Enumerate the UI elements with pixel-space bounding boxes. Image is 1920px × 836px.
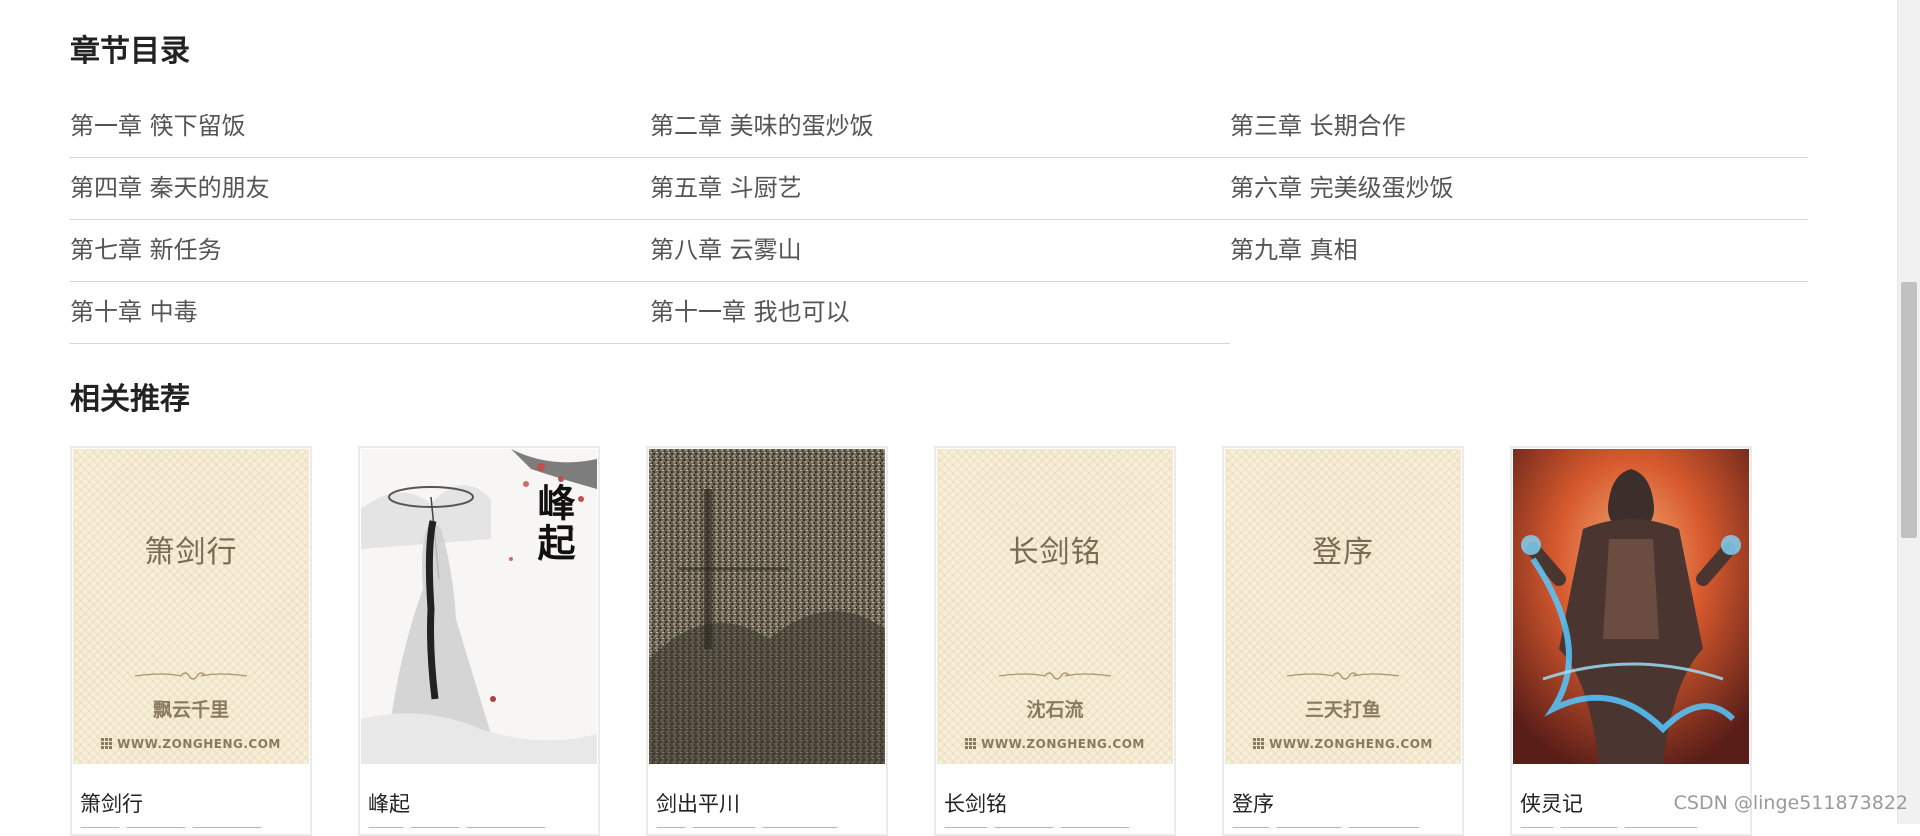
book-summary-snippet: [656, 820, 856, 828]
book-title[interactable]: 箫剑行: [80, 788, 143, 818]
book-cover[interactable]: 长剑铭 沈石流 WWW.ZONGHENG.COM: [937, 449, 1173, 764]
book-title[interactable]: 登序: [1232, 788, 1274, 818]
book-card[interactable]: 箫剑行 飘云千里 WWW.ZONGHENG.COM 箫剑行: [70, 446, 312, 836]
chapter-link[interactable]: 第七章 新任务: [70, 220, 650, 282]
fantasy-warrior-illustration: [1513, 449, 1749, 764]
cover-author: 三天打鱼: [1304, 699, 1381, 721]
chapter-link[interactable]: 第八章 云雾山: [650, 220, 1230, 282]
cover-author: 飘云千里: [152, 699, 229, 721]
chapter-link[interactable]: 第九章 真相: [1230, 220, 1808, 282]
book-title[interactable]: 长剑铭: [944, 788, 1007, 818]
chapter-link[interactable]: 第二章 美味的蛋炒饭: [650, 96, 1230, 158]
book-card[interactable]: 长剑铭 沈石流 WWW.ZONGHENG.COM 长剑铭: [934, 446, 1176, 836]
book-summary-snippet: [1232, 820, 1432, 828]
book-title[interactable]: 峰起: [368, 788, 410, 818]
recommend-heading: 相关推荐: [70, 382, 190, 417]
cover-site-text: WWW.ZONGHENG.COM: [981, 737, 1145, 751]
ornament-icon: [998, 672, 1112, 680]
cover-site: WWW.ZONGHENG.COM: [937, 737, 1173, 751]
cover-title: 长剑铭: [1008, 535, 1102, 570]
cover-title: 箫剑行: [144, 535, 238, 570]
ornament-icon: [1286, 672, 1400, 680]
book-title[interactable]: 剑出平川: [656, 788, 740, 818]
cover-calligraphy: 峰起: [531, 483, 576, 563]
book-cover[interactable]: 箫剑行 飘云千里 WWW.ZONGHENG.COM: [73, 449, 309, 764]
grid-logo-icon: [965, 738, 977, 749]
book-title[interactable]: 侠灵记: [1520, 788, 1583, 818]
vertical-scrollbar[interactable]: [1897, 0, 1920, 824]
book-card[interactable]: 剑出平川: [646, 446, 888, 836]
chapter-list: 第一章 筷下留饭 第二章 美味的蛋炒饭 第三章 长期合作 第四章 秦天的朋友 第…: [70, 96, 1808, 344]
chapter-link[interactable]: 第三章 长期合作: [1230, 96, 1808, 158]
book-card[interactable]: 侠灵记: [1510, 446, 1752, 836]
book-cover[interactable]: [649, 449, 885, 764]
recommend-list: 箫剑行 飘云千里 WWW.ZONGHENG.COM 箫剑行 峰起 峰起 剑出平川…: [70, 446, 1798, 836]
book-card[interactable]: 峰起 峰起: [358, 446, 600, 836]
cover-site: WWW.ZONGHENG.COM: [1225, 737, 1461, 751]
chapter-link[interactable]: 第十章 中毒: [70, 282, 650, 344]
cover-title: 登序: [1312, 535, 1374, 570]
chapter-link[interactable]: 第五章 斗厨艺: [650, 158, 1230, 220]
dark-textured-cover-art: [649, 449, 885, 764]
book-summary-snippet: [368, 820, 568, 828]
cover-site-text: WWW.ZONGHENG.COM: [117, 737, 281, 751]
book-cover[interactable]: 峰起: [361, 449, 597, 764]
book-cover[interactable]: [1513, 449, 1749, 764]
ornament-icon: [134, 672, 248, 680]
chapter-link[interactable]: 第六章 完美级蛋炒饭: [1230, 158, 1808, 220]
book-summary-snippet: [944, 820, 1144, 828]
chapter-list-heading: 章节目录: [70, 34, 190, 69]
chapter-link[interactable]: 第四章 秦天的朋友: [70, 158, 650, 220]
book-summary-snippet: [80, 820, 280, 828]
scrollbar-thumb[interactable]: [1901, 282, 1917, 538]
book-cover[interactable]: 登序 三天打鱼 WWW.ZONGHENG.COM: [1225, 449, 1461, 764]
grid-logo-icon: [1253, 738, 1265, 749]
cover-author: 沈石流: [1026, 699, 1084, 721]
chapter-link[interactable]: 第十一章 我也可以: [650, 282, 1230, 344]
book-card[interactable]: 登序 三天打鱼 WWW.ZONGHENG.COM 登序: [1222, 446, 1464, 836]
chapter-link[interactable]: 第一章 筷下留饭: [70, 96, 650, 158]
cover-site-text: WWW.ZONGHENG.COM: [1269, 737, 1433, 751]
grid-logo-icon: [101, 738, 113, 749]
cover-site: WWW.ZONGHENG.COM: [73, 737, 309, 751]
watermark-text: CSDN @linge511873822: [1673, 792, 1908, 814]
book-summary-snippet: [1520, 820, 1720, 828]
